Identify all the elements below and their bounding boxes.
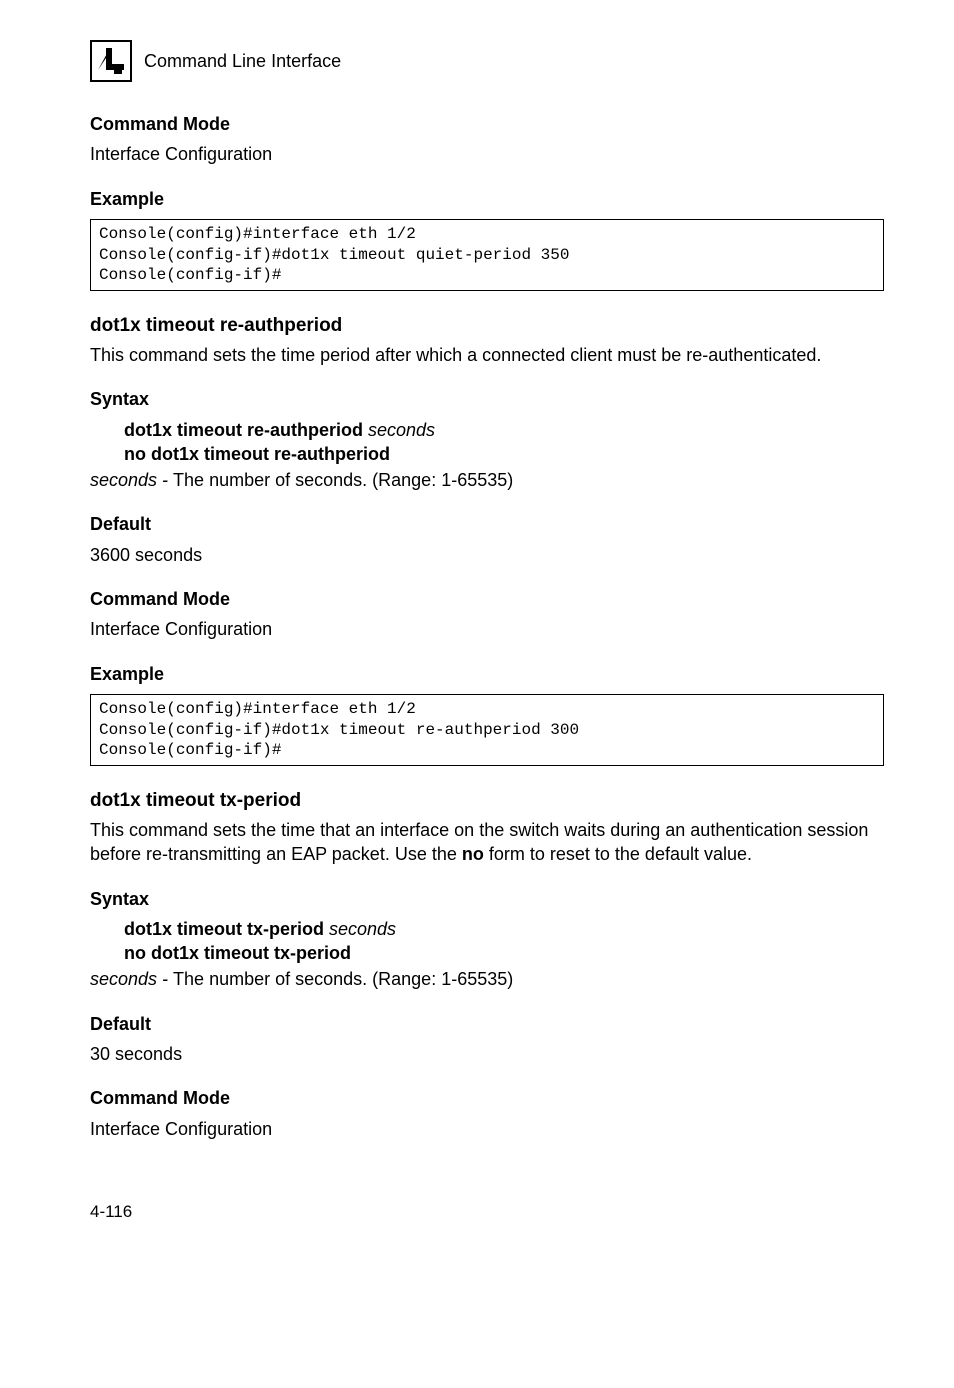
default-heading-3: Default xyxy=(90,1012,884,1036)
default-value-2: 3600 seconds xyxy=(90,543,884,567)
syntax-bold: no dot1x timeout re-authperiod xyxy=(124,444,390,464)
default-value-3: 30 seconds xyxy=(90,1042,884,1066)
param-desc: The number of seconds. (Range: 1-65535) xyxy=(173,470,513,490)
code-example-1: Console(config)#interface eth 1/2 Consol… xyxy=(90,219,884,291)
page-number: 4-116 xyxy=(90,1201,884,1224)
syntax-param-3: seconds - The number of seconds. (Range:… xyxy=(90,967,884,991)
code-example-2: Console(config)#interface eth 1/2 Consol… xyxy=(90,694,884,766)
example-heading-2: Example xyxy=(90,662,884,686)
section-title-reauth: dot1x timeout re-authperiod xyxy=(90,313,884,339)
chapter-number-icon xyxy=(90,40,132,82)
command-mode-heading-3: Command Mode xyxy=(90,1086,884,1110)
syntax-block-2: dot1x timeout re-authperiod seconds no d… xyxy=(124,418,884,467)
command-mode-heading: Command Mode xyxy=(90,112,884,136)
page-header: Command Line Interface xyxy=(90,40,884,82)
section-title-txperiod: dot1x timeout tx-period xyxy=(90,788,884,814)
syntax-italic: seconds xyxy=(368,420,435,440)
param-name: seconds - xyxy=(90,470,173,490)
desc-bold: no xyxy=(462,844,484,864)
param-desc: The number of seconds. (Range: 1-65535) xyxy=(173,969,513,989)
syntax-line: dot1x timeout re-authperiod seconds xyxy=(124,418,884,442)
default-heading-2: Default xyxy=(90,512,884,536)
syntax-line: no dot1x timeout tx-period xyxy=(124,941,884,965)
syntax-bold: dot1x timeout tx-period xyxy=(124,919,329,939)
section-desc-reauth: This command sets the time period after … xyxy=(90,343,884,367)
example-heading: Example xyxy=(90,187,884,211)
syntax-block-3: dot1x timeout tx-period seconds no dot1x… xyxy=(124,917,884,966)
syntax-param-2: seconds - The number of seconds. (Range:… xyxy=(90,468,884,492)
syntax-line: no dot1x timeout re-authperiod xyxy=(124,442,884,466)
syntax-line: dot1x timeout tx-period seconds xyxy=(124,917,884,941)
param-name: seconds - xyxy=(90,969,173,989)
syntax-heading-2: Syntax xyxy=(90,387,884,411)
header-title: Command Line Interface xyxy=(144,49,341,73)
syntax-bold: no dot1x timeout tx-period xyxy=(124,943,351,963)
desc-post: form to reset to the default value. xyxy=(484,844,752,864)
command-mode-value: Interface Configuration xyxy=(90,142,884,166)
syntax-heading-3: Syntax xyxy=(90,887,884,911)
syntax-italic: seconds xyxy=(329,919,396,939)
section-desc-txperiod: This command sets the time that an inter… xyxy=(90,818,884,867)
command-mode-heading-2: Command Mode xyxy=(90,587,884,611)
syntax-bold: dot1x timeout re-authperiod xyxy=(124,420,368,440)
command-mode-value-2: Interface Configuration xyxy=(90,617,884,641)
command-mode-value-3: Interface Configuration xyxy=(90,1117,884,1141)
